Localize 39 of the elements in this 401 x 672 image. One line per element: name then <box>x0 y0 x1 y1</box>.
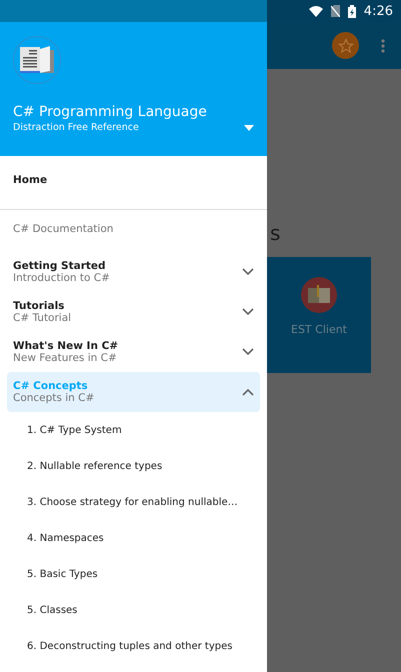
menu-group-item[interactable]: Getting Started Introduction to C# <box>7 252 260 292</box>
group-subtitle: C# Tutorial <box>13 312 72 324</box>
submenu-item[interactable]: 6. Deconstructing tuples and other types <box>27 640 232 652</box>
group-subtitle: Introduction to C# <box>13 272 110 284</box>
favorite-button[interactable] <box>332 32 359 59</box>
menu-group-item[interactable]: What's New In C# New Features in C# <box>7 332 260 372</box>
submenu-item[interactable]: 1. C# Type System <box>27 424 122 436</box>
dropdown-icon[interactable] <box>244 124 254 130</box>
chevron-down-icon[interactable] <box>242 308 254 316</box>
submenu-item[interactable]: 5. Basic Types <box>27 568 98 580</box>
home-item[interactable]: Home <box>13 174 48 186</box>
group-title: What's New In C# <box>13 340 118 352</box>
menu-group-item[interactable]: Tutorials C# Tutorial <box>7 292 260 332</box>
submenu-item[interactable]: 5. Classes <box>27 604 78 616</box>
group-title: Getting Started <box>13 260 107 272</box>
status-time: 4:26 <box>364 4 393 18</box>
submenu-item[interactable]: 2. Nullable reference types <box>27 460 162 472</box>
menu-group-item[interactable]: C# Concepts Concepts in C# <box>7 372 260 412</box>
app-title: C# Programming Language <box>13 104 208 120</box>
no-sim-icon <box>330 5 340 17</box>
book-icon <box>301 277 337 313</box>
submenu-item[interactable]: 3. Choose strategy for enabling nullable… <box>27 496 238 508</box>
section-label: C# Documentation <box>12 222 114 237</box>
group-title: C# Concepts <box>13 380 89 392</box>
book-logo-icon <box>13 36 61 84</box>
card-label: EST Client <box>291 323 347 336</box>
group-title: Tutorials <box>13 300 66 312</box>
submenu-item[interactable]: 4. Namespaces <box>27 532 104 544</box>
chevron-down-icon[interactable] <box>242 268 254 276</box>
star-icon <box>338 38 354 54</box>
app-subtitle: Distraction Free Reference <box>13 122 139 133</box>
battery-icon <box>348 4 356 18</box>
group-subtitle: New Features in C# <box>13 352 118 364</box>
group-subtitle: Concepts in C# <box>13 392 94 404</box>
chevron-down-icon[interactable] <box>242 348 254 356</box>
section-heading: s <box>270 221 280 245</box>
wifi-icon <box>308 6 323 16</box>
more-menu-icon[interactable] <box>381 38 385 52</box>
chevron-up-icon[interactable] <box>242 388 254 396</box>
